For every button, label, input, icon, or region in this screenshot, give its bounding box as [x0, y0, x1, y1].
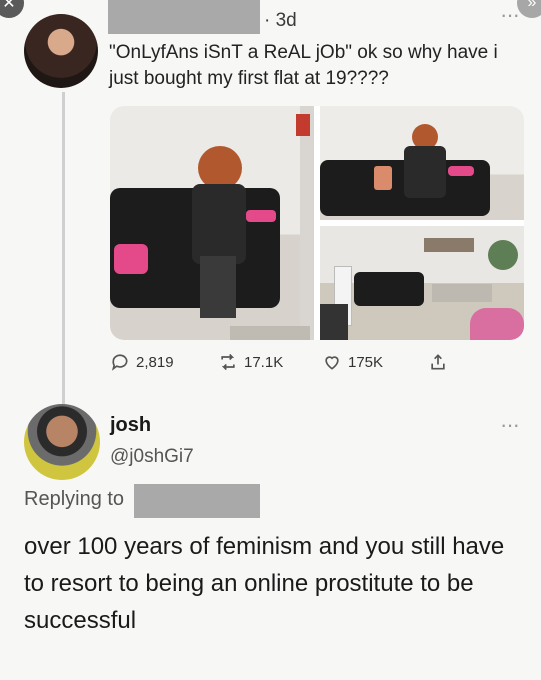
reply-count: 2,819 [136, 353, 174, 371]
reply-display-name[interactable]: josh [110, 414, 151, 437]
tweet-actions: 2,819 17.1K 175K [110, 352, 470, 380]
like-count: 175K [348, 353, 384, 371]
replying-to-label: Replying to [24, 488, 125, 510]
redacted-username [134, 484, 260, 518]
close-icon[interactable]: ✕ [0, 0, 24, 18]
thread-connector [62, 92, 65, 408]
redacted-username [108, 0, 260, 34]
share-icon [431, 354, 445, 370]
reply-handle[interactable]: @j0shGi7 [110, 446, 194, 468]
tweet-text: "OnLyfAns iSnT a ReAL jOb" ok so why hav… [109, 42, 498, 89]
reply-action[interactable]: 2,819 [110, 352, 174, 372]
media-photo[interactable] [320, 226, 524, 340]
heart-icon [325, 356, 339, 370]
more-icon[interactable]: ··· [500, 412, 520, 438]
expand-icon[interactable]: » [517, 0, 541, 18]
retweet-action[interactable]: 17.1K [218, 352, 283, 372]
media-photo[interactable] [320, 106, 524, 220]
retweet-count: 17.1K [244, 353, 284, 371]
media-photo[interactable] [110, 106, 314, 340]
retweet-icon [221, 353, 235, 371]
tweet-timestamp[interactable]: · 3d [264, 10, 297, 32]
more-icon[interactable]: ··· [500, 2, 520, 28]
share-action[interactable] [428, 352, 448, 372]
avatar[interactable] [24, 14, 98, 88]
like-action[interactable]: 175K [322, 352, 383, 372]
tweet-media-grid [110, 106, 524, 340]
avatar[interactable] [24, 404, 100, 480]
comment-icon [111, 354, 128, 371]
reply-text: over 100 years of feminism and you still… [24, 533, 505, 634]
